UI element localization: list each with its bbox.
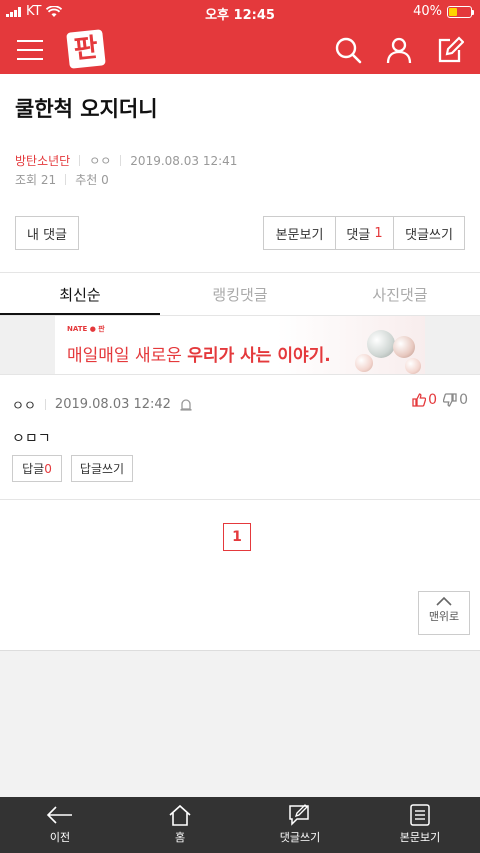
downvote-button[interactable]: 0 (443, 392, 468, 408)
banner-slogan-prefix: 매일매일 새로운 (67, 346, 188, 366)
banner-brand: NATE ● 판 (67, 325, 105, 333)
report-siren-icon[interactable] (180, 398, 192, 411)
scroll-to-top-label: 맨위로 (428, 610, 460, 623)
pearl-decoration (367, 330, 395, 358)
comment-writer: ㅇㅇ (12, 399, 36, 414)
comment-datetime: 2019.08.03 12:42 (54, 397, 171, 412)
menu-icon[interactable] (17, 40, 43, 60)
post-writer: ㅇㅇ (89, 154, 112, 168)
nav-back[interactable]: 이전 (0, 797, 120, 853)
comment-sort-tabs: 최신순 랭킹댓글 사진댓글 (0, 276, 480, 316)
app-header: 판 (0, 24, 480, 74)
comment-write-icon (289, 804, 309, 826)
pearl-decoration (405, 358, 421, 374)
nav-write-comment[interactable]: 댓글쓰기 (240, 797, 360, 853)
reply-label: 답글 (22, 462, 45, 476)
ad-banner-area: NATE ● 판 매일매일 새로운 우리가 사는 이야기. (0, 316, 480, 374)
comments-label: 댓글 (346, 227, 371, 243)
my-comments-button[interactable]: 내 댓글 (15, 216, 79, 250)
chevron-up-icon (436, 596, 452, 606)
pearl-decoration (355, 354, 373, 372)
write-reply-button[interactable]: 답글쓰기 (71, 455, 133, 482)
user-icon[interactable] (385, 36, 413, 64)
tab-latest[interactable]: 최신순 (0, 276, 160, 315)
tab-photo[interactable]: 사진댓글 (320, 276, 480, 315)
thumbs-up-icon (412, 393, 427, 407)
pearl-decoration (393, 336, 415, 358)
comment-meta: ㅇㅇ 2019.08.03 12:42 (12, 395, 192, 414)
nav-home[interactable]: 홈 (120, 797, 240, 853)
post-meta: 방탄소년단 ㅇㅇ 2019.08.03 12:41 (15, 152, 237, 169)
nav-back-label: 이전 (49, 831, 71, 844)
battery-percent: 40% (413, 4, 442, 19)
nav-view-body[interactable]: 본문보기 (360, 797, 480, 853)
nav-view-body-label: 본문보기 (399, 831, 441, 844)
back-arrow-icon (46, 806, 72, 824)
page-1-button[interactable]: 1 (223, 523, 251, 551)
home-icon (169, 804, 191, 826)
comments-button[interactable]: 댓글 1 (335, 217, 393, 249)
post-action-group: 본문보기 댓글 1 댓글쓰기 (263, 216, 465, 250)
search-icon[interactable] (334, 36, 362, 64)
post-stats: 조회 21 추천 0 (15, 171, 109, 188)
downvote-count: 0 (459, 392, 468, 408)
write-post-icon[interactable] (436, 36, 464, 64)
views-label: 조회 (15, 173, 38, 187)
upvote-button[interactable]: 0 (412, 392, 437, 408)
post-datetime: 2019.08.03 12:41 (130, 153, 238, 168)
battery-icon (447, 5, 474, 18)
comment-votes: 0 0 (412, 392, 468, 408)
recommend-count: 0 (101, 172, 109, 187)
views-count: 21 (40, 172, 57, 187)
banner-slogan-bold: 우리가 사는 이야기. (187, 346, 331, 366)
tab-ranking[interactable]: 랭킹댓글 (160, 276, 320, 315)
status-bar: KT 오후 12:45 40% (0, 0, 480, 24)
clock: 오후 12:45 (205, 8, 275, 23)
comment-body: ㅇㅁㄱ (12, 431, 51, 447)
upvote-count: 0 (428, 392, 438, 408)
post-author[interactable]: 방탄소년단 (15, 152, 70, 169)
ad-banner[interactable]: NATE ● 판 매일매일 새로운 우리가 사는 이야기. (55, 316, 425, 374)
bottom-navigation: 이전 홈 댓글쓰기 본문보기 (0, 797, 480, 853)
view-body-button[interactable]: 본문보기 (264, 217, 335, 249)
replies-button[interactable]: 답글 0 (12, 455, 62, 482)
pann-logo[interactable]: 판 (66, 29, 106, 69)
write-comment-button[interactable]: 댓글쓰기 (393, 217, 464, 249)
empty-footer-area (0, 650, 480, 797)
reply-count: 0 (44, 461, 52, 476)
nav-home-label: 홈 (174, 831, 186, 844)
document-icon (410, 804, 430, 826)
recommend-label: 추천 (75, 173, 98, 187)
thumbs-down-icon (443, 393, 457, 407)
post-title: 쿨한척 오지더니 (15, 97, 158, 121)
scroll-to-top-button[interactable]: 맨위로 (418, 591, 470, 635)
comments-count: 1 (374, 225, 383, 241)
nav-write-comment-label: 댓글쓰기 (279, 831, 321, 844)
